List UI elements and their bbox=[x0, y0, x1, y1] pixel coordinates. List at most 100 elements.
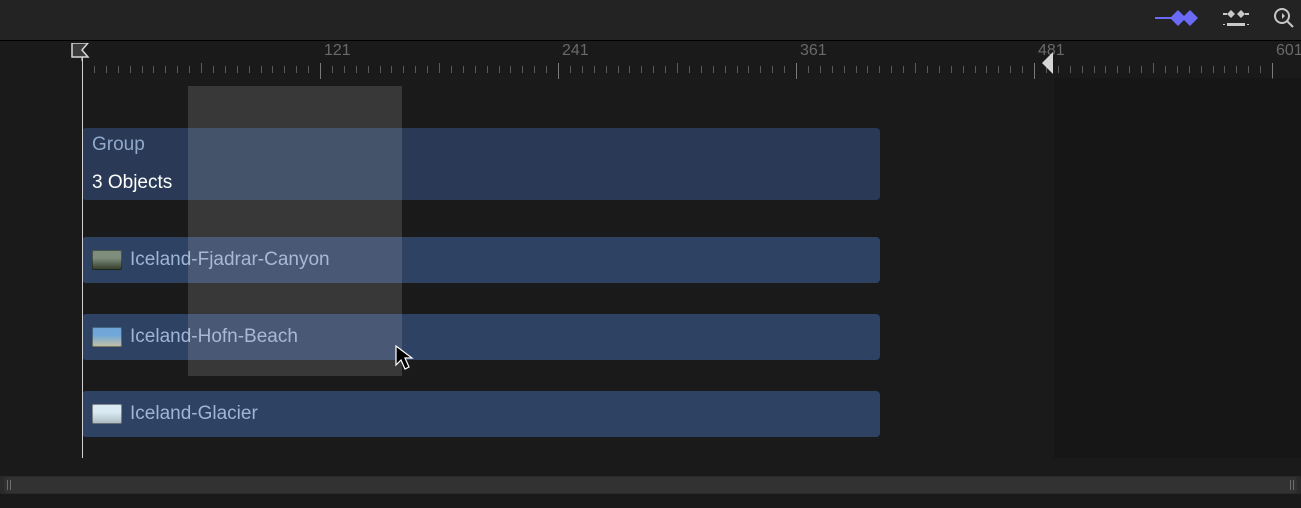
ruler-tick-small bbox=[760, 66, 761, 73]
horizontal-scrollbar[interactable] bbox=[0, 476, 1301, 494]
ruler-tick-small bbox=[356, 66, 357, 73]
ruler-tick-label: 241 bbox=[562, 42, 589, 60]
ruler-tick-small bbox=[1082, 66, 1083, 73]
ruler-tick-small bbox=[487, 66, 488, 73]
scrollbar-track[interactable] bbox=[4, 477, 1297, 493]
ruler-tick-small bbox=[713, 66, 714, 73]
ruler-tick-small bbox=[701, 66, 702, 73]
toolbar-background bbox=[0, 0, 1301, 40]
group-bar[interactable]: Group 3 Objects bbox=[82, 128, 880, 200]
ruler-tick-small bbox=[284, 66, 285, 73]
scrollbar-grip-left[interactable] bbox=[6, 479, 12, 491]
ruler-tick-small bbox=[510, 66, 511, 73]
ruler-tick-small bbox=[653, 66, 654, 73]
ruler-tick-label: 121 bbox=[324, 42, 351, 60]
ruler-tick-small bbox=[784, 66, 785, 73]
ruler-tick-small bbox=[213, 66, 214, 73]
ruler-tick-small bbox=[225, 66, 226, 73]
ruler-tick-small bbox=[1260, 66, 1261, 73]
ruler-tick-label: 601 bbox=[1276, 42, 1301, 60]
group-object-count: 3 Objects bbox=[92, 172, 172, 194]
playhead[interactable] bbox=[82, 45, 83, 458]
ruler-tick-big bbox=[320, 63, 321, 79]
ruler-tick-small bbox=[1189, 66, 1190, 73]
ruler-tick-small bbox=[1129, 66, 1130, 73]
ruler-tick-small bbox=[272, 66, 273, 73]
clip-label: Iceland-Fjadrar-Canyon bbox=[130, 249, 330, 271]
ruler-tick-small bbox=[998, 66, 999, 73]
ruler-tick-small bbox=[499, 66, 500, 73]
ruler-tick-small bbox=[1094, 66, 1095, 73]
ruler[interactable]: 121241361481601 bbox=[0, 46, 1301, 78]
ruler-tick-small bbox=[1236, 66, 1237, 73]
clip-thumbnail bbox=[92, 250, 122, 270]
ruler-tick-small bbox=[94, 66, 95, 73]
ruler-tick-small bbox=[582, 66, 583, 73]
clip-bar-clip2[interactable]: Iceland-Hofn-Beach bbox=[82, 314, 880, 360]
ruler-tick-small bbox=[1224, 66, 1225, 73]
clip-label: Iceland-Glacier bbox=[130, 403, 258, 425]
ruler-tick-small bbox=[618, 66, 619, 73]
ruler-tick-small bbox=[165, 66, 166, 73]
ruler-tick-small bbox=[237, 66, 238, 73]
ruler-tick-small bbox=[534, 66, 535, 73]
ruler-tick-small bbox=[368, 66, 369, 73]
keyframe-icon[interactable] bbox=[1155, 7, 1199, 29]
ruler-tick-small bbox=[1201, 66, 1202, 73]
ruler-tick-small bbox=[689, 66, 690, 73]
ruler-tick-small bbox=[177, 66, 178, 73]
ruler-tick-small bbox=[975, 66, 976, 73]
ruler-tick-label: 361 bbox=[800, 42, 827, 60]
ruler-tick-big bbox=[558, 63, 559, 79]
ruler-tick-small bbox=[808, 66, 809, 73]
range-end-marker[interactable] bbox=[1040, 52, 1054, 74]
ruler-tick-small bbox=[296, 66, 297, 73]
ruler-tick-small bbox=[856, 66, 857, 73]
ruler-tick-small bbox=[606, 66, 607, 73]
ruler-tick-small bbox=[1070, 66, 1071, 73]
ruler-tick-small bbox=[963, 66, 964, 73]
ruler-tick-small bbox=[189, 66, 190, 73]
ruler-tick-small bbox=[1213, 66, 1214, 73]
ruler-tick-small bbox=[986, 66, 987, 73]
ruler-tick-mid bbox=[1153, 63, 1154, 73]
ruler-tick-small bbox=[641, 66, 642, 73]
ruler-tick-small bbox=[463, 66, 464, 73]
clip-thumbnail bbox=[92, 327, 122, 347]
ruler-tick-small bbox=[832, 66, 833, 73]
ruler-tick-big bbox=[1272, 63, 1273, 79]
ruler-tick-small bbox=[106, 66, 107, 73]
clip-bar-clip1[interactable]: Iceland-Fjadrar-Canyon bbox=[82, 237, 880, 283]
ruler-tick-small bbox=[1058, 66, 1059, 73]
ruler-tick-mid bbox=[201, 63, 202, 73]
ruler-tick-big bbox=[796, 63, 797, 79]
playhead-flag-icon bbox=[71, 43, 93, 61]
ruler-tick-small bbox=[380, 66, 381, 73]
ruler-tick-small bbox=[522, 66, 523, 73]
ruler-tick-small bbox=[1117, 66, 1118, 73]
ruler-tick-small bbox=[1248, 66, 1249, 73]
ruler-tick-small bbox=[427, 66, 428, 73]
ruler-tick-small bbox=[939, 66, 940, 73]
scrollbar-grip-right[interactable] bbox=[1289, 479, 1295, 491]
ruler-tick-small bbox=[142, 66, 143, 73]
clip-thumbnail bbox=[92, 404, 122, 424]
clip-bar-clip3[interactable]: Iceland-Glacier bbox=[82, 391, 880, 437]
ruler-tick-small bbox=[1105, 66, 1106, 73]
ruler-tick-small bbox=[951, 66, 952, 73]
ruler-tick-small bbox=[772, 66, 773, 73]
ruler-tick-small bbox=[1177, 66, 1178, 73]
ruler-tick-small bbox=[261, 66, 262, 73]
zoom-icon[interactable] bbox=[1273, 7, 1295, 29]
tracks-area[interactable]: Group 3 Objects Iceland-Fjadrar-Canyon Ic… bbox=[0, 88, 1301, 458]
ruler-tick-small bbox=[451, 66, 452, 73]
ruler-tick-small bbox=[725, 66, 726, 73]
ruler-tick-mid bbox=[439, 63, 440, 73]
ruler-tick-small bbox=[665, 66, 666, 73]
ruler-tick-small bbox=[1010, 66, 1011, 73]
ruler-tick-small bbox=[867, 66, 868, 73]
ruler-tick-small bbox=[153, 66, 154, 73]
filters-icon[interactable] bbox=[1221, 8, 1251, 28]
ruler-tick-small bbox=[1022, 66, 1023, 73]
ruler-tick-small bbox=[570, 66, 571, 73]
